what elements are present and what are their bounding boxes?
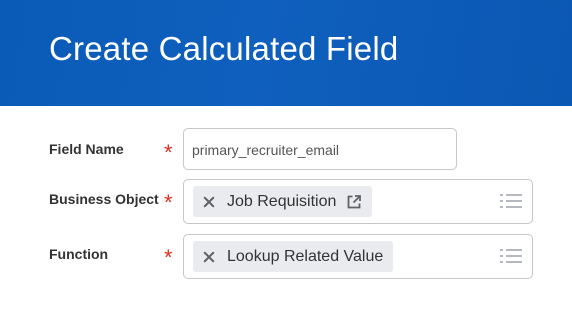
function-pill-label[interactable]: Lookup Related Value <box>227 248 383 266</box>
page-header: Create Calculated Field <box>0 0 572 106</box>
business-object-input[interactable]: Job Requisition <box>183 179 533 224</box>
external-link-icon[interactable] <box>346 194 362 210</box>
required-indicator: * <box>164 245 173 270</box>
business-object-label: Business Object <box>49 191 159 207</box>
field-name-input[interactable]: primary_recruiter_email <box>183 128 457 170</box>
business-object-pill-label[interactable]: Job Requisition <box>227 193 336 211</box>
function-input[interactable]: Lookup Related Value <box>183 234 533 279</box>
function-label: Function <box>49 246 109 262</box>
required-indicator: * <box>164 190 173 215</box>
remove-icon[interactable] <box>203 251 215 263</box>
function-pill[interactable]: Lookup Related Value <box>193 241 394 272</box>
required-indicator: * <box>164 140 173 165</box>
business-object-pill[interactable]: Job Requisition <box>193 186 373 217</box>
list-prompt-icon[interactable] <box>500 248 522 264</box>
field-name-label: Field Name <box>49 141 124 157</box>
remove-icon[interactable] <box>203 196 215 208</box>
page-title: Create Calculated Field <box>49 30 399 67</box>
field-name-input-value: primary_recruiter_email <box>192 142 340 158</box>
list-prompt-icon[interactable] <box>500 193 522 209</box>
